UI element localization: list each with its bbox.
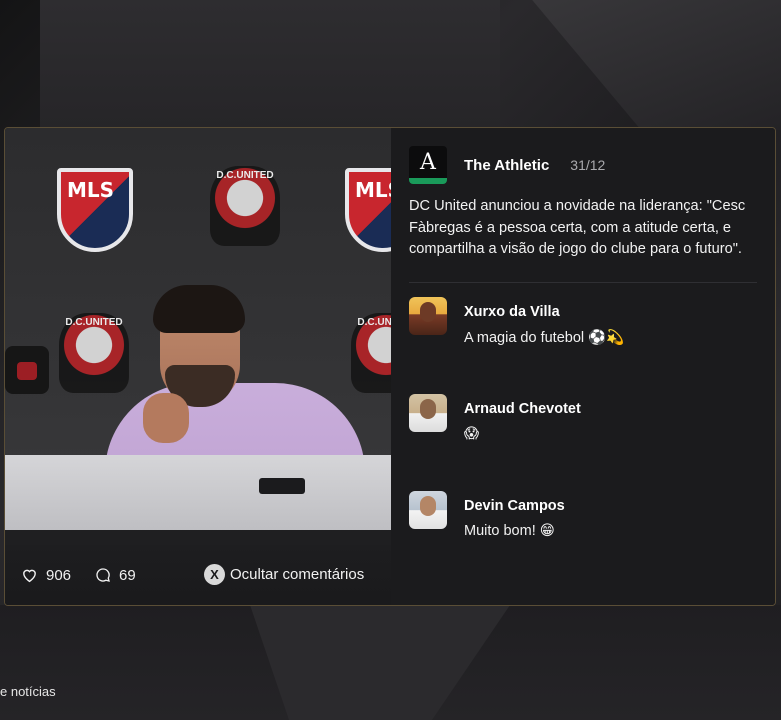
avatar <box>409 296 447 335</box>
background-shape <box>40 0 500 130</box>
hair <box>153 285 245 333</box>
post-details-panel: A The Athletic 31/12 DC United anunciou … <box>391 128 775 605</box>
post-date: 31/12 <box>570 157 606 173</box>
hand <box>143 393 189 443</box>
heart-icon <box>23 569 36 583</box>
post-source: The Athletic <box>464 156 550 174</box>
mls-logo: MLS <box>57 168 133 252</box>
news-post-card: MLS MLS D.C.UNITED D.C.UNITED D.C.UNITED <box>4 127 776 606</box>
likes-count: 906 <box>46 566 72 584</box>
news-footer-link[interactable]: e notícias <box>0 684 56 699</box>
x-button-icon: X <box>204 564 225 585</box>
comment-item: Arnaud Chevotet 😱 <box>409 393 757 478</box>
the-athletic-logo: A <box>409 146 447 184</box>
comment-text: A magia do futebol ⚽💫 <box>464 329 625 346</box>
microphone <box>5 346 49 394</box>
post-text: DC United anunciou a novidade na lideran… <box>409 198 746 257</box>
hide-comments-label: Ocultar comentários <box>230 566 365 583</box>
comment-item: Devin Campos Muito bom! 😁 <box>409 490 757 575</box>
comments-count: 69 <box>119 566 136 584</box>
comments-stat[interactable]: 69 <box>95 567 136 584</box>
comment-author: Devin Campos <box>464 497 565 514</box>
likes-stat[interactable]: 906 <box>21 567 71 584</box>
avatar <box>409 393 447 432</box>
comment-item: Xurxo da Villa A magia do futebol ⚽💫 <box>409 296 757 381</box>
avatar <box>409 490 447 529</box>
comment-author: Xurxo da Villa <box>464 303 560 320</box>
comment-author: Arnaud Chevotet <box>464 400 581 417</box>
post-photo: MLS MLS D.C.UNITED D.C.UNITED D.C.UNITED <box>5 128 391 605</box>
hide-comments-button[interactable]: X Ocultar comentários <box>204 564 364 585</box>
post-header: A The Athletic 31/12 <box>409 146 757 184</box>
post-actions-bar: 906 69 X Ocultar comentários <box>5 545 391 605</box>
press-table <box>5 455 391 535</box>
comment-text: Muito bom! 😁 <box>464 522 555 539</box>
comment-text: 😱 <box>464 425 480 442</box>
divider <box>409 281 757 283</box>
dc-united-logo: D.C.UNITED <box>210 166 280 246</box>
phone <box>259 478 305 494</box>
comment-bubble-icon <box>96 568 110 582</box>
